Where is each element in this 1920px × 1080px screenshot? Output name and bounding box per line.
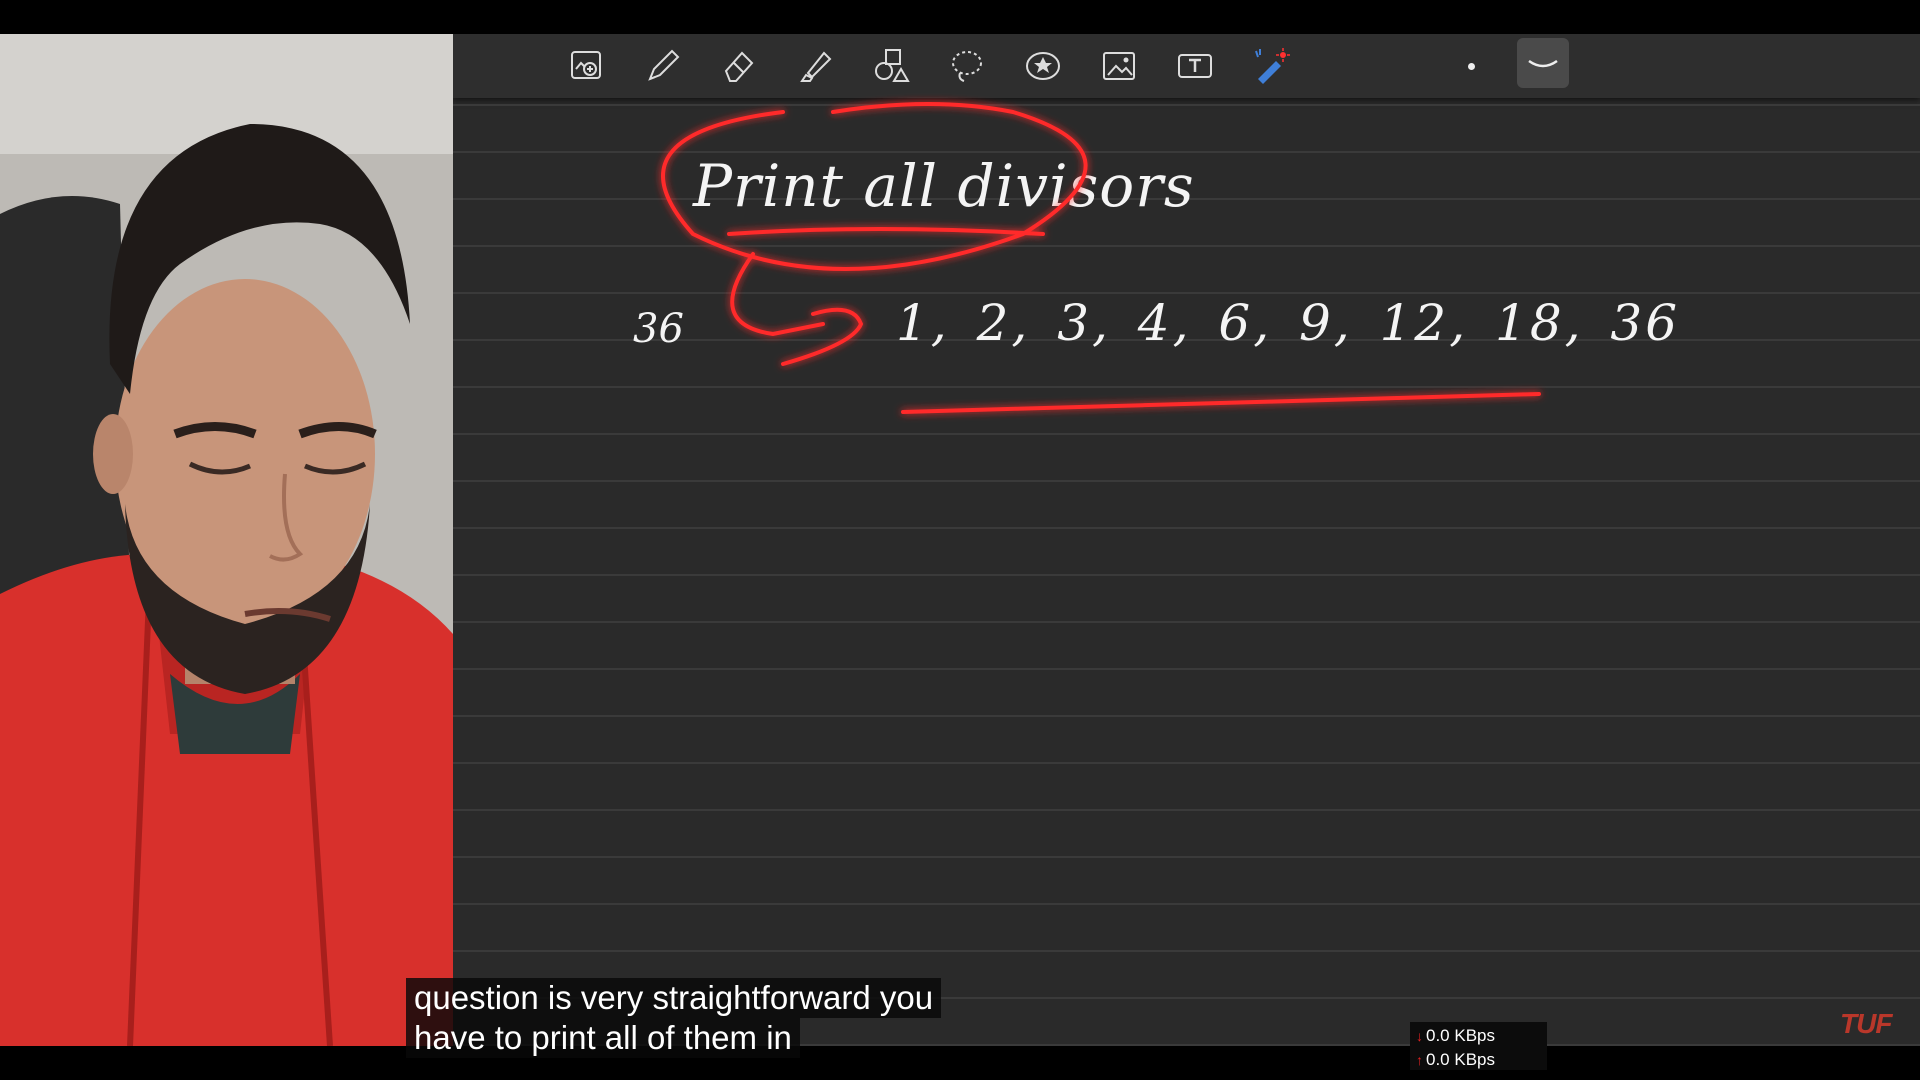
- laser-pointer-icon: [1255, 48, 1290, 84]
- ruled-line: [453, 856, 1920, 858]
- subtitle-line-1: question is very straightforward you: [406, 978, 942, 1018]
- lasso-icon: [952, 51, 982, 82]
- network-meter: ↓ 0.0 KBps ↑ 0.0 KBps: [1410, 1022, 1547, 1070]
- image-zoom-tool[interactable]: [563, 42, 611, 90]
- highlighter-tool[interactable]: [791, 42, 839, 90]
- note-number: 36: [633, 306, 684, 352]
- pen-size-dot-icon[interactable]: [1457, 52, 1485, 80]
- ruled-line: [453, 903, 1920, 905]
- text-box-icon: [1178, 54, 1212, 78]
- ruled-canvas[interactable]: [453, 104, 1920, 1046]
- curve-stroke-icon: [1528, 59, 1558, 68]
- ruled-line: [453, 621, 1920, 623]
- ruled-line: [453, 433, 1920, 435]
- ruled-line: [453, 950, 1920, 952]
- pen-tool[interactable]: [639, 42, 687, 90]
- channel-watermark: TUF: [1840, 1008, 1892, 1039]
- bottom-letterbox: [0, 1046, 1920, 1080]
- ruled-line: [453, 245, 1920, 247]
- image-zoom-icon: [571, 51, 601, 79]
- pen-icon: [648, 49, 680, 81]
- note-app: Print all divisors 36 1, 2, 3, 4, 6, 9, …: [453, 34, 1920, 1046]
- sticker-icon: [1026, 52, 1060, 80]
- up-arrow-icon: ↑: [1416, 1052, 1423, 1068]
- image-tool[interactable]: [1095, 42, 1143, 90]
- ruled-line: [453, 527, 1920, 529]
- eraser-tool[interactable]: [715, 42, 763, 90]
- ruled-line: [453, 762, 1920, 764]
- top-letterbox: [0, 0, 1920, 34]
- highlighter-icon: [800, 51, 832, 82]
- text-box-tool[interactable]: [1171, 42, 1219, 90]
- laser-pointer-tool[interactable]: [1247, 42, 1295, 90]
- divisor-list: 1, 2, 3, 4, 6, 9, 12, 18, 36: [896, 294, 1681, 352]
- note-title: Print all divisors: [693, 152, 1195, 220]
- ruled-line: [453, 715, 1920, 717]
- image-icon: [1103, 52, 1135, 80]
- sticker-tool[interactable]: [1019, 42, 1067, 90]
- ruled-line: [453, 809, 1920, 811]
- presenter-webcam: [0, 34, 453, 1046]
- lasso-tool[interactable]: [943, 42, 991, 90]
- shapes-tool[interactable]: [867, 42, 915, 90]
- stroke-style-button[interactable]: [1517, 38, 1569, 88]
- drawing-toolbar: [453, 34, 1920, 98]
- ruled-line: [453, 480, 1920, 482]
- ruled-line: [453, 668, 1920, 670]
- shapes-icon: [875, 49, 910, 82]
- ruled-line: [453, 574, 1920, 576]
- subtitle-line-2: have to print all of them in: [406, 1018, 800, 1058]
- ruled-line: [453, 104, 1920, 106]
- upload-rate: ↑ 0.0 KBps: [1416, 1050, 1495, 1069]
- presenter-illustration: [0, 34, 453, 1046]
- eraser-icon: [724, 51, 754, 82]
- ruled-line: [453, 386, 1920, 388]
- down-arrow-icon: ↓: [1416, 1028, 1423, 1044]
- download-rate: ↓ 0.0 KBps: [1416, 1026, 1495, 1045]
